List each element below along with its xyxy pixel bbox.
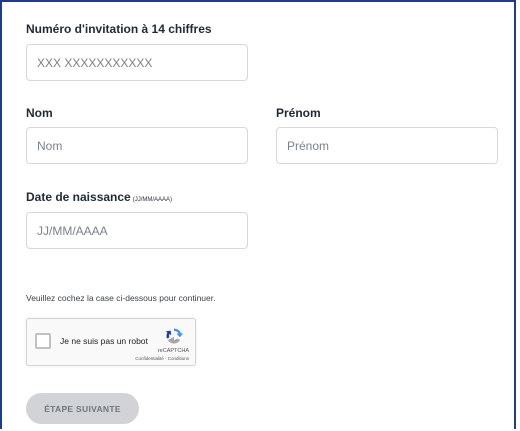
captcha-instruction: Veuillez cochez la case ci-dessous pour … [26,293,216,303]
recaptcha-logo-icon [165,328,184,344]
birthdate-label: Date de naissance (JJ/MM/AAAA) [26,190,173,204]
recaptcha-privacy-terms-links[interactable]: Confidentialité - Conditions [135,356,189,361]
recaptcha-widget: Je ne suis pas un robot reCAPTCHA Confid… [26,318,196,366]
birthdate-format-hint: (JJ/MM/AAAA) [132,197,173,203]
recaptcha-checkbox[interactable] [35,333,51,349]
lastname-label: Nom [26,106,53,120]
firstname-input[interactable] [276,127,498,164]
invitation-number-input[interactable] [26,44,248,81]
birthdate-input[interactable] [26,212,248,249]
recaptcha-brand: reCAPTCHA [157,348,189,354]
lastname-input[interactable] [26,127,248,164]
next-step-button[interactable]: ÉTAPE SUIVANTE [26,393,139,424]
invitation-label: Numéro d'invitation à 14 chiffres [26,22,212,36]
firstname-label: Prénom [276,106,321,120]
recaptcha-label: Je ne suis pas un robot [60,336,148,346]
